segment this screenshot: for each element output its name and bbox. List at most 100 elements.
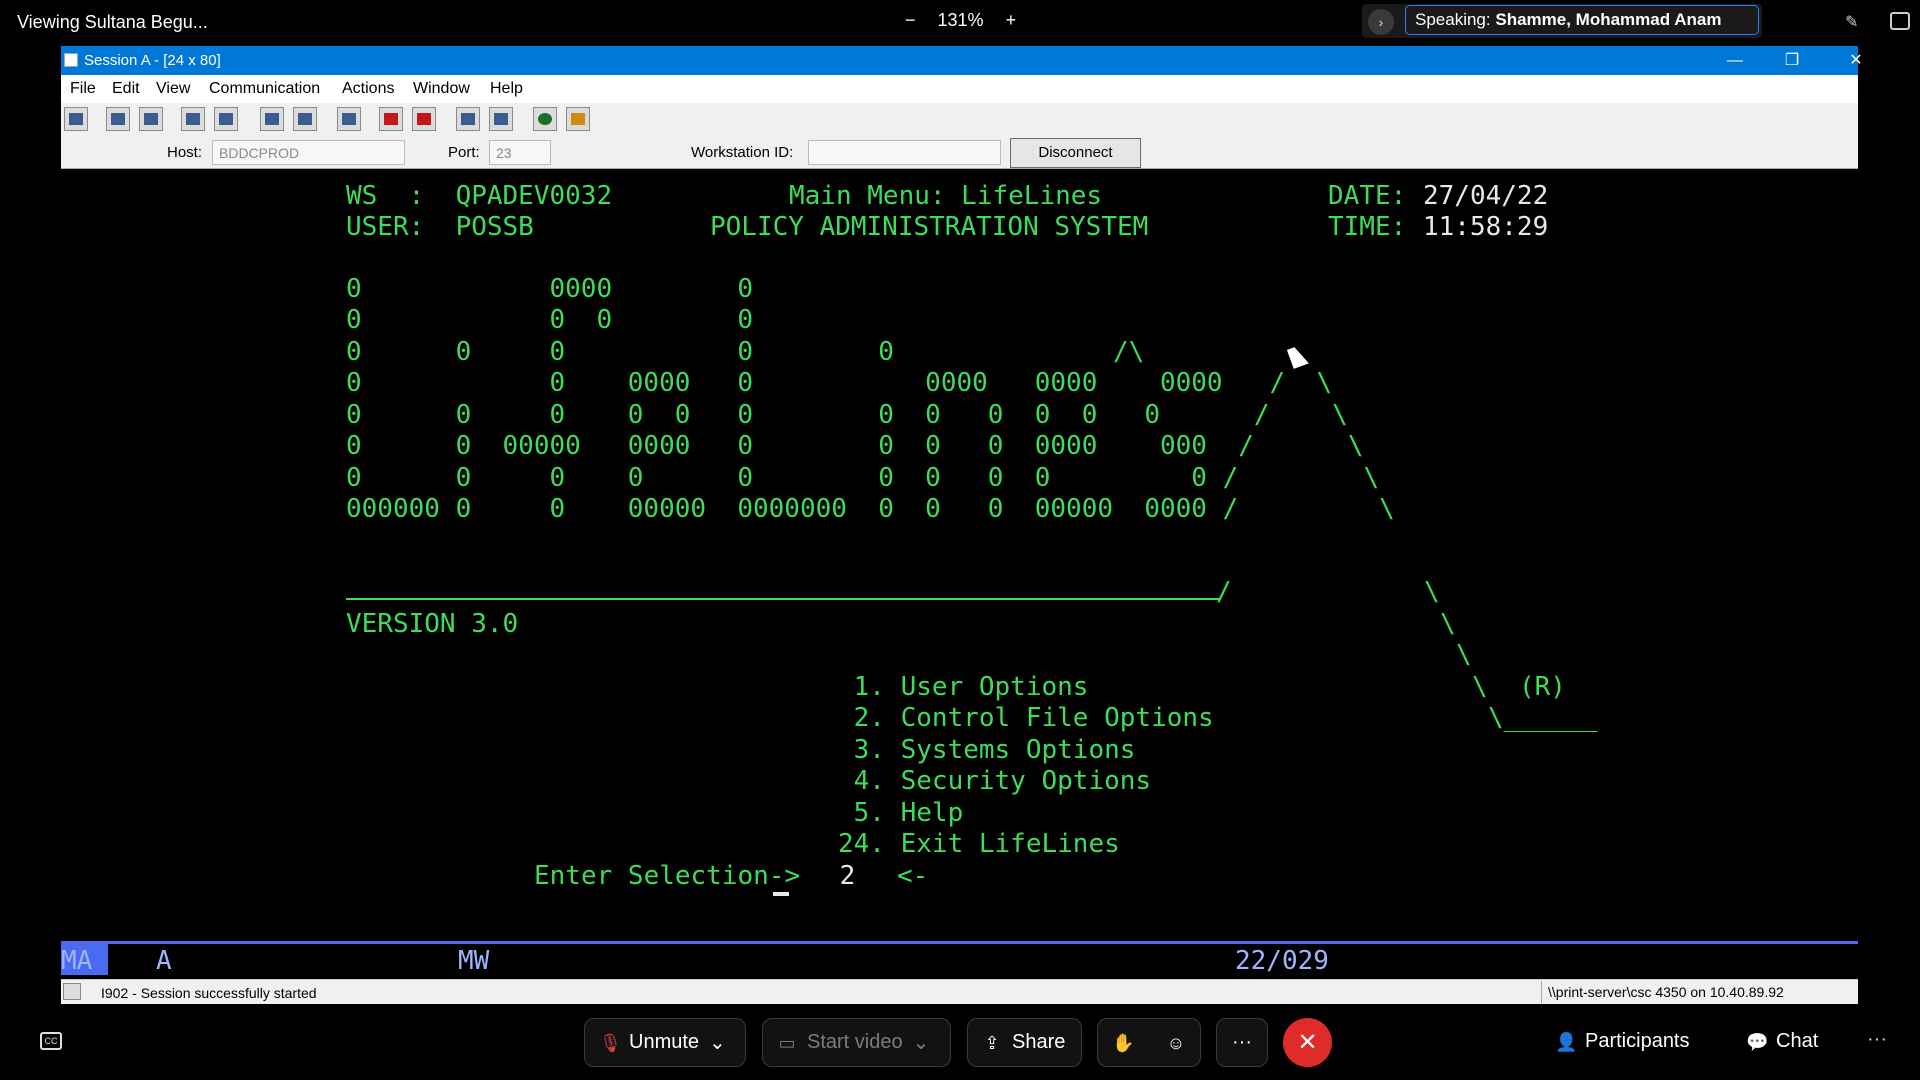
menu-edit[interactable]: Edit	[112, 80, 140, 98]
send-file-icon[interactable]	[181, 107, 205, 131]
share-button[interactable]: ⇪ Share	[967, 1018, 1082, 1067]
disconnect-button[interactable]: Disconnect	[1010, 138, 1141, 168]
menu-option: 24. Exit LifeLines	[838, 829, 1120, 859]
raise-hand-icon[interactable]: ✋	[1112, 1033, 1134, 1053]
speaker-name: Shamme, Mohammad Anam	[1495, 10, 1722, 29]
menu-option: 4. Security Options	[838, 766, 1152, 796]
more-options-button[interactable]: ···	[1216, 1018, 1268, 1067]
record-macro-icon[interactable]	[379, 107, 403, 131]
menu-option: 3. Systems Options	[838, 735, 1136, 765]
receive-file-icon[interactable]	[214, 107, 238, 131]
logo-tail: /	[1216, 577, 1232, 607]
zoom-out-button[interactable]: −	[905, 10, 916, 31]
session-status-icon	[63, 983, 81, 1000]
menu-file[interactable]: File	[70, 80, 96, 98]
version-label: VERSION 3.0	[346, 609, 519, 639]
menu-communication[interactable]: Communication	[209, 80, 320, 98]
text-cursor	[773, 892, 789, 896]
meeting-controls: CC 🎙 Unmute ⌄ ▭ Start video ⌄ ⇪ Share ✋ …	[0, 1004, 1920, 1080]
logo-line: 0 0 00000 0000 0 0 0 0 0000 000 / \	[346, 431, 1364, 461]
menu-window[interactable]: Window	[413, 80, 470, 98]
speaking-indicator: Speaking: Shamme, Mohammad Anam	[1405, 5, 1759, 35]
reactions-group: ✋ ☺	[1097, 1018, 1201, 1067]
zoom-in-button[interactable]: +	[1006, 10, 1017, 31]
meeting-top-bar: Viewing Sultana Begu... − 131% + › Speak…	[0, 0, 1920, 44]
user-line: USER: POSSB	[346, 212, 534, 242]
close-button[interactable]: ✕	[1832, 46, 1880, 75]
chat-button[interactable]: 💬 Chat	[1746, 1030, 1818, 1053]
print-screen-icon[interactable]	[64, 107, 88, 131]
copy-icon[interactable]	[106, 107, 130, 131]
reactions-icon[interactable]: ☺	[1166, 1033, 1186, 1053]
end-call-button[interactable]: ✕	[1283, 1018, 1332, 1067]
menu-option: 5. Help	[838, 798, 964, 828]
logo-tail: \	[1456, 640, 1472, 670]
terminal-screen[interactable]: WS : QPADEV0032 Main Menu: LifeLines DAT…	[61, 181, 1858, 931]
logo-line: 0 0000 0	[346, 274, 753, 304]
menu-option: 1. User Options	[838, 672, 1089, 702]
menu-actions[interactable]: Actions	[342, 80, 394, 98]
more-icon: ···	[1232, 1031, 1252, 1053]
oia-mw: MW	[458, 946, 490, 976]
logo-line: 0 0 0 0	[346, 305, 753, 335]
printer-status: \\print-server\csc 4350 on 10.40.89.92	[1541, 981, 1858, 1004]
participants-label: Participants	[1585, 1030, 1690, 1052]
host-label: Host:	[167, 144, 203, 161]
captions-icon[interactable]: CC	[40, 1032, 62, 1050]
operator-info-area: MA A MW 22/029	[61, 941, 1858, 976]
logo-line: 000000 0 0 00000 0000000 0 0 0 00000 000…	[346, 494, 1395, 524]
viewing-label: Viewing Sultana Begu...	[17, 12, 208, 32]
view-options-icon[interactable]	[1890, 12, 1910, 30]
logo-tail: \ (R)	[1472, 672, 1566, 702]
menu-help[interactable]: Help	[490, 80, 523, 98]
date-label: DATE:	[1328, 181, 1407, 211]
keyboard-map-icon[interactable]	[293, 107, 317, 131]
selection-input[interactable]: 2	[824, 861, 856, 891]
main-menu-title: Main Menu: LifeLines	[789, 181, 1103, 211]
play-macro-icon[interactable]	[456, 107, 480, 131]
chevron-down-icon[interactable]: ⌄	[913, 1030, 930, 1055]
port-label: Port:	[448, 144, 480, 161]
mic-muted-icon: 🎙	[599, 1032, 622, 1053]
toolbar	[61, 103, 1858, 135]
unmute-button[interactable]: 🎙 Unmute ⌄	[584, 1018, 746, 1067]
connection-bar: Host: BDDCPROD Port: 23 Workstation ID: …	[61, 135, 1858, 169]
share-label: Share	[1012, 1031, 1066, 1053]
restore-button[interactable]: ❐	[1768, 46, 1816, 75]
system-name: POLICY ADMINISTRATION SYSTEM	[710, 212, 1149, 242]
logo-line: 0 0 0000 0 0000 0000 0000 / \	[346, 368, 1333, 398]
globe-icon[interactable]	[533, 107, 557, 131]
paste-icon[interactable]	[139, 107, 163, 131]
time-label: TIME:	[1328, 212, 1407, 242]
display-settings-icon[interactable]	[260, 107, 284, 131]
workstation-id-field[interactable]	[808, 140, 1001, 165]
chevron-down-icon[interactable]: ⌄	[709, 1030, 726, 1055]
port-field[interactable]: 23	[489, 140, 551, 165]
time-value: 11:58:29	[1423, 212, 1549, 242]
help-icon[interactable]	[566, 107, 590, 131]
cursor-position: 22/029	[1235, 946, 1329, 976]
annotate-icon[interactable]: ✎	[1845, 12, 1867, 32]
participants-icon: 👤	[1555, 1031, 1578, 1052]
macro-icon[interactable]	[337, 107, 361, 131]
zoom-level: 131%	[937, 10, 984, 30]
chevron-right-icon[interactable]: ›	[1368, 9, 1394, 35]
minimize-button[interactable]: —	[1711, 46, 1759, 75]
logo-line: 0 0 0 0 0 /\	[346, 337, 1145, 367]
host-field[interactable]: BDDCPROD	[212, 140, 405, 165]
zoom-control: − 131% +	[905, 10, 1016, 31]
workstation-line: WS : QPADEV0032	[346, 181, 613, 211]
menu-bar: File Edit View Communication Actions Win…	[61, 75, 1858, 103]
start-video-label: Start video	[807, 1031, 903, 1053]
settings-icon[interactable]	[489, 107, 513, 131]
logo-line: 0 0 0 0 0 0 0 0 0 0 0 0 / \	[346, 400, 1348, 430]
menu-view[interactable]: View	[156, 80, 190, 98]
selection-prompt-end: <-	[897, 861, 929, 891]
speaking-label: Speaking:	[1415, 10, 1491, 29]
start-video-button[interactable]: ▭ Start video ⌄	[762, 1018, 951, 1067]
stop-macro-icon[interactable]	[412, 107, 436, 131]
participants-button[interactable]: 👤 Participants	[1555, 1030, 1690, 1053]
date-value: 27/04/22	[1423, 181, 1549, 211]
overflow-menu-icon[interactable]: ···	[1867, 1028, 1887, 1051]
status-message: I902 - Session successfully started	[101, 985, 317, 1001]
